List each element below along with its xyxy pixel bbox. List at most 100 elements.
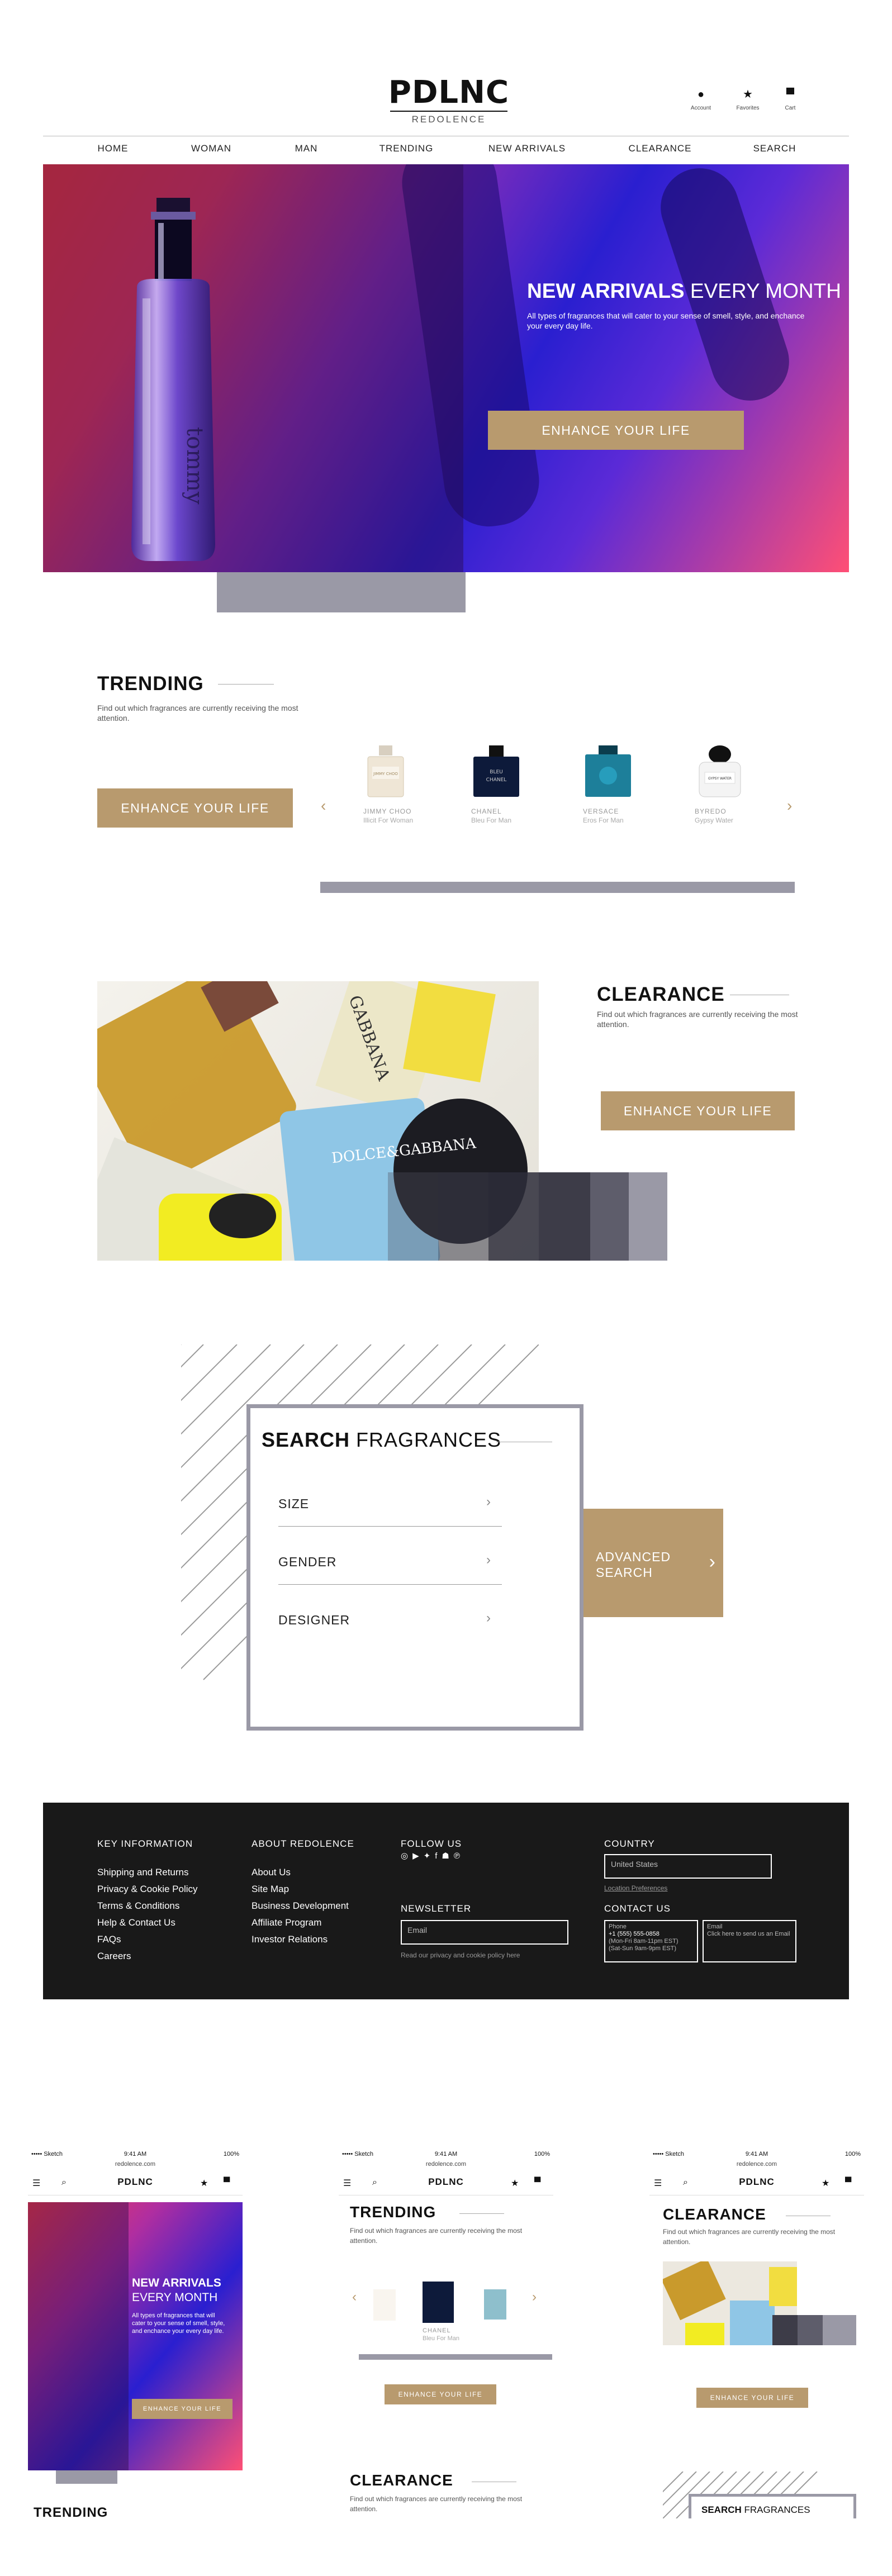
mobile-trending-description: Find out which fragrances are currently … <box>350 2227 523 2245</box>
carousel-prev-button[interactable]: ‹ <box>321 797 326 815</box>
site-footer: KEY INFORMATION Shipping and Returns Pri… <box>43 1803 849 1999</box>
account-button[interactable]: ● Account <box>679 88 723 111</box>
trending-enhance-button[interactable]: ENHANCE YOUR LIFE <box>97 788 293 828</box>
footer-heading: NEWSLETTER <box>401 1903 472 1914</box>
footer-link[interactable]: Business Development <box>252 1898 349 1914</box>
location-preferences-link[interactable]: Location Preferences <box>604 1884 667 1892</box>
carousel-next-button[interactable]: › <box>532 2289 537 2305</box>
product-subtitle: Bleu For Man <box>471 816 512 824</box>
address-bar[interactable]: redolence.com <box>649 2161 864 2168</box>
footer-link[interactable]: Investor Relations <box>252 1931 349 1948</box>
footer-link[interactable]: Shipping and Returns <box>97 1864 198 1881</box>
mobile-trending-title: TRENDING <box>34 2505 108 2518</box>
contact-phone-box[interactable]: Phone +1 (555) 555-0858 (Mon-Fri 8am-11p… <box>604 1920 698 1962</box>
product-card[interactable]: BLEU CHANEL CHANEL Bleu For Man <box>471 744 544 824</box>
footer-heading: FOLLOW US <box>401 1838 462 1849</box>
snapchat-icon[interactable]: ☗ <box>442 1851 453 1861</box>
footer-link[interactable]: FAQs <box>97 1931 198 1948</box>
product-image: BLEU CHANEL <box>473 745 519 797</box>
cart-button[interactable]: ▀ Cart <box>768 88 813 111</box>
product-card[interactable]: JIMMY CHOO JIMMY CHOO Illicit For Woman <box>363 744 436 824</box>
star-icon[interactable]: ★ <box>200 2178 208 2189</box>
facebook-icon[interactable]: f <box>435 1851 442 1861</box>
main-nav: HOME WOMAN MAN TRENDING NEW ARRIVALS CLE… <box>43 143 849 160</box>
pinterest-icon[interactable]: ℗ <box>454 1851 464 1861</box>
mobile-clearance-button[interactable]: ENHANCE YOUR LIFE <box>696 2388 808 2408</box>
nav-home[interactable]: HOME <box>98 143 129 154</box>
social-icons: ◎▶✦f☗℗ <box>401 1851 464 1861</box>
footer-link[interactable]: Site Map <box>252 1881 349 1898</box>
decorative-block <box>772 2315 856 2345</box>
cart-icon[interactable]: ▀ <box>224 2178 230 2188</box>
carousel-next-button[interactable]: › <box>787 797 792 815</box>
footer-link[interactable]: Affiliate Program <box>252 1914 349 1931</box>
clearance-enhance-button[interactable]: ENHANCE YOUR LIFE <box>601 1091 795 1130</box>
nav-clearance[interactable]: CLEARANCE <box>629 143 692 154</box>
facet-size[interactable]: SIZE › <box>278 1468 502 1527</box>
carousel-prev-button[interactable]: ‹ <box>352 2289 357 2305</box>
chevron-right-icon: › <box>486 1610 491 1626</box>
twitter-icon[interactable]: ✦ <box>424 1851 435 1861</box>
svg-text:tommy: tommy <box>182 427 207 505</box>
decorative-block <box>539 1172 667 1261</box>
footer-link[interactable]: About Us <box>252 1864 349 1881</box>
favorites-button[interactable]: ★ Favorites <box>725 88 770 111</box>
svg-text:JIMMY CHOO: JIMMY CHOO <box>373 772 398 776</box>
hero-description: All types of fragrances that will cater … <box>527 311 805 330</box>
product-image <box>484 2289 506 2320</box>
logo-tagline: REDOLENCE <box>411 114 486 125</box>
youtube-icon[interactable]: ▶ <box>412 1851 424 1861</box>
mobile-clearance-description: Find out which fragrances are currently … <box>663 2228 836 2246</box>
mobile-trending-button[interactable]: ENHANCE YOUR LIFE <box>385 2384 496 2404</box>
product-card[interactable]: VERSACE Eros For Man <box>583 744 656 824</box>
mobile-logo[interactable]: PDLNC <box>28 2176 243 2188</box>
status-bar: ••••• Sketch 9:41 AM 100% <box>28 2151 243 2161</box>
mobile-hero-description: All types of fragrances that will cater … <box>132 2312 225 2335</box>
address-bar[interactable]: redolence.com <box>28 2161 243 2168</box>
address-bar[interactable]: redolence.com <box>339 2161 553 2168</box>
mobile-header: ☰ ⌕ PDLNC ★ ▀ <box>649 2173 864 2195</box>
mobile-hero-button[interactable]: ENHANCE YOUR LIFE <box>132 2399 233 2419</box>
footer-heading: KEY INFORMATION <box>97 1838 193 1849</box>
battery: 100% <box>844 2151 861 2157</box>
account-icon: ● <box>697 88 705 101</box>
nav-search[interactable]: SEARCH <box>753 143 796 154</box>
star-icon[interactable]: ★ <box>822 2178 829 2189</box>
title-rule <box>218 684 274 685</box>
product-subtitle: Bleu For Man <box>423 2335 460 2342</box>
nav-man[interactable]: MAN <box>295 143 318 154</box>
footer-link[interactable]: Careers <box>97 1948 198 1965</box>
mobile-logo[interactable]: PDLNC <box>649 2176 864 2188</box>
cart-icon[interactable]: ▀ <box>534 2178 540 2188</box>
mobile-search-panel: SEARCH FRAGRANCES <box>689 2494 856 2518</box>
svg-text:GYPSY WATER: GYPSY WATER <box>708 777 732 781</box>
mobile-logo[interactable]: PDLNC <box>339 2176 553 2188</box>
mobile-clearance-title: CLEARANCE <box>350 2472 453 2489</box>
footer-link[interactable]: Privacy & Cookie Policy <box>97 1881 198 1898</box>
advanced-search-button[interactable]: ADVANCED SEARCH › <box>583 1509 723 1617</box>
newsletter-email-input[interactable]: Email <box>401 1920 568 1945</box>
nav-woman[interactable]: WOMAN <box>191 143 231 154</box>
nav-new-arrivals[interactable]: NEW ARRIVALS <box>488 143 566 154</box>
star-icon: ★ <box>743 88 753 101</box>
star-icon[interactable]: ★ <box>511 2178 519 2189</box>
title-rule <box>459 2213 504 2214</box>
facet-gender[interactable]: GENDER › <box>278 1527 502 1585</box>
contact-email-box[interactable]: Email Click here to send us an Email <box>703 1920 796 1962</box>
cart-icon[interactable]: ▀ <box>845 2178 851 2188</box>
product-name: VERSACE <box>583 807 619 815</box>
product-card[interactable]: GYPSY WATER BYREDO Gypsy Water <box>695 744 767 824</box>
nav-trending[interactable]: TRENDING <box>379 143 434 154</box>
hero-enhance-button[interactable]: ENHANCE YOUR LIFE <box>488 411 744 450</box>
country-select[interactable]: United States <box>604 1854 772 1879</box>
facet-designer[interactable]: DESIGNER › <box>278 1585 502 1643</box>
mobile-mockup-clearance: ••••• Sketch 9:41 AM 100% redolence.com … <box>649 2147 864 2518</box>
phone-number: +1 (555) 555-0858 <box>609 1931 659 1937</box>
footer-link[interactable]: Terms & Conditions <box>97 1898 198 1914</box>
product-subtitle: Illicit For Woman <box>363 816 414 824</box>
footer-link[interactable]: Help & Contact Us <box>97 1914 198 1931</box>
instagram-icon[interactable]: ◎ <box>401 1851 412 1861</box>
decorative-block <box>488 1172 539 1261</box>
brand-logo[interactable]: PDLNC REDOLENCE <box>385 77 513 125</box>
product-image: JIMMY CHOO <box>367 745 404 797</box>
